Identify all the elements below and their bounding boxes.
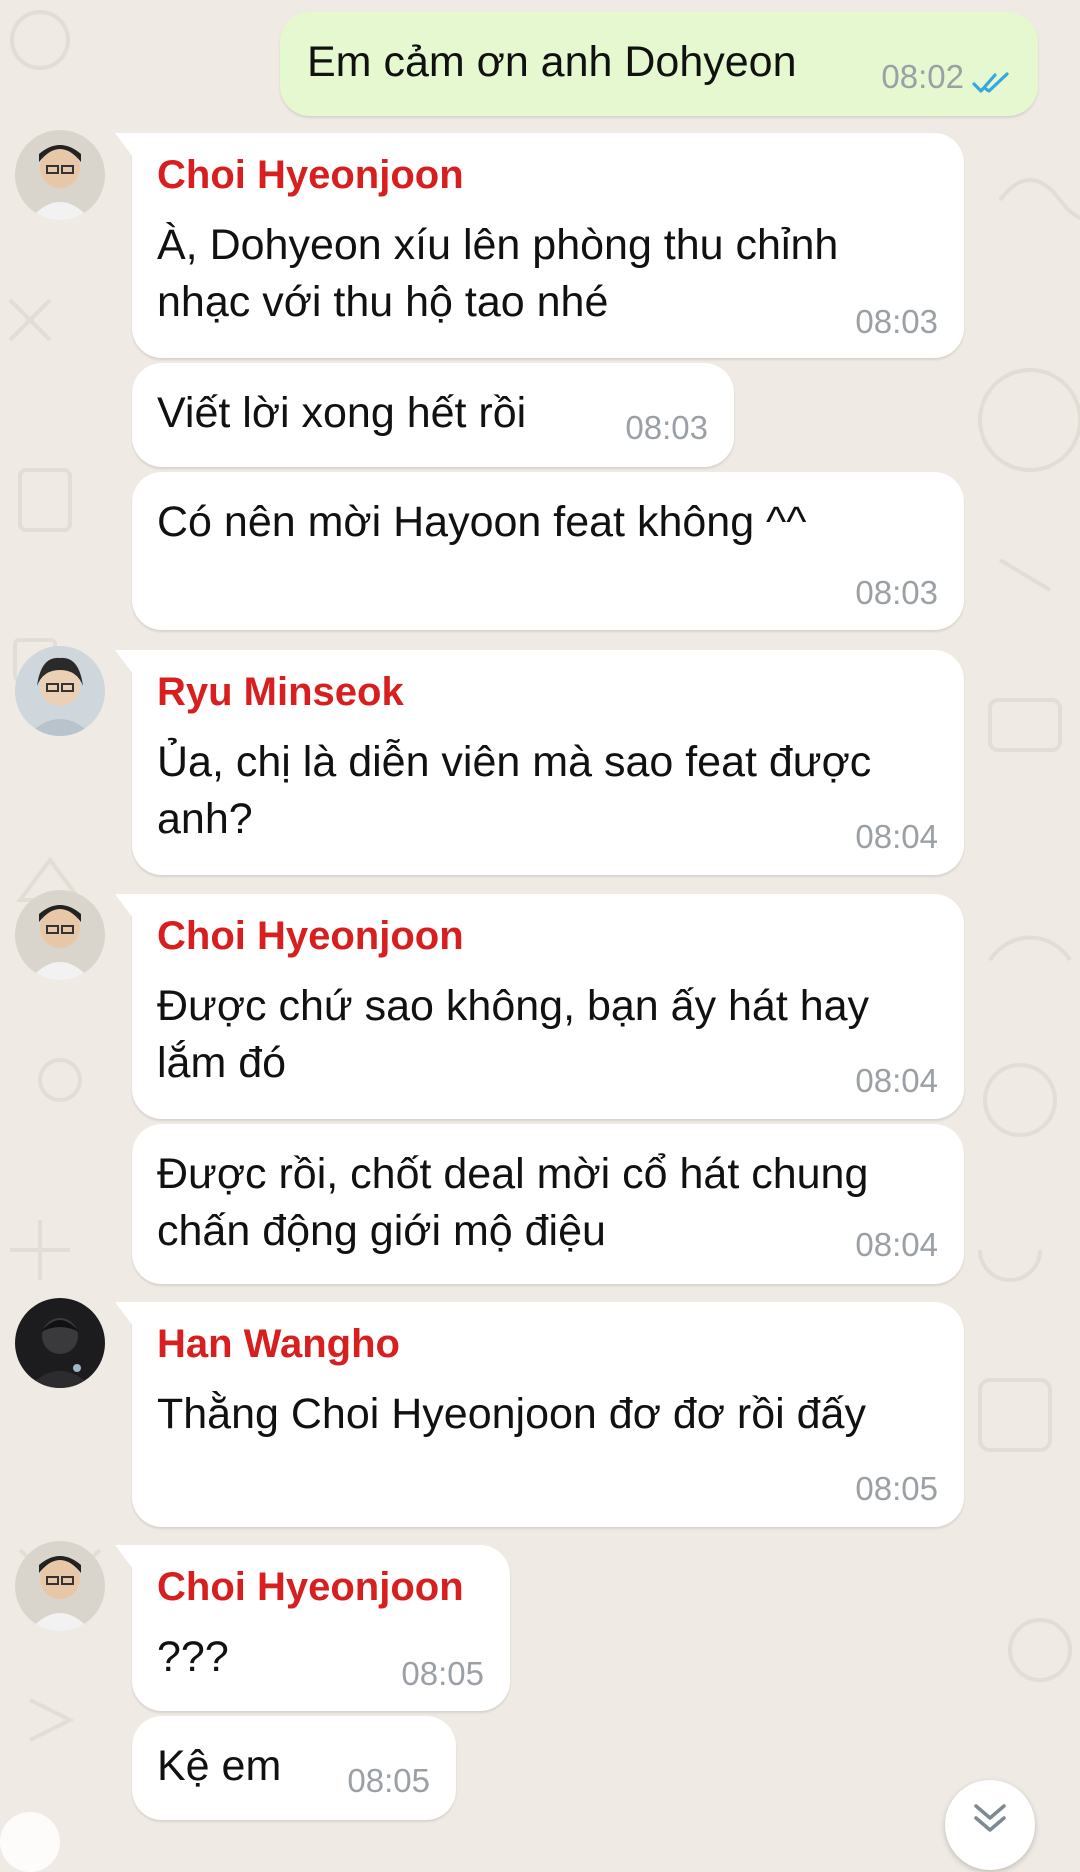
message-text-line: Thằng Choi Hyeonjoon đơ đơ rồi đấy bbox=[157, 1390, 866, 1438]
avatar-han-wangho[interactable] bbox=[15, 1298, 105, 1388]
message-text-line: Ủa, chị là diễn viên mà sao feat được bbox=[157, 738, 872, 786]
avatar-choi-hyeonjoon[interactable] bbox=[15, 1541, 105, 1631]
message-time: 08:03 bbox=[855, 574, 938, 611]
message-text-line: Có nên mời Hayoon feat không ^^ bbox=[157, 498, 807, 546]
message-time: 08:03 bbox=[855, 303, 938, 340]
message-text-line: lắm đó bbox=[157, 1039, 287, 1087]
message-text-line: anh? bbox=[157, 795, 253, 843]
message-text-line: À, Dohyeon xíu lên phòng thu chỉnh bbox=[157, 221, 839, 269]
avatar-ryu-minseok[interactable] bbox=[15, 646, 105, 736]
scroll-to-bottom-button[interactable] bbox=[945, 1780, 1035, 1870]
double-check-icon bbox=[972, 72, 1009, 93]
sender-name[interactable]: Ryu Minseok bbox=[157, 670, 404, 715]
double-chevron-down-icon bbox=[974, 1804, 1006, 1832]
message-time: 08:05 bbox=[401, 1655, 484, 1692]
avatar-choi-hyeonjoon[interactable] bbox=[15, 130, 105, 220]
message-text-line: nhạc với thu hộ tao nhé bbox=[157, 278, 609, 326]
message-time: 08:04 bbox=[855, 1062, 938, 1099]
bubble-tail bbox=[115, 650, 133, 674]
message-bubble[interactable]: Choi Hyeonjoon Được chứ sao không, bạn ấ… bbox=[115, 894, 964, 1119]
message-text-line: Được chứ sao không, bạn ấy hát hay bbox=[157, 982, 870, 1030]
sender-name[interactable]: Choi Hyeonjoon bbox=[157, 914, 464, 959]
message-bubble[interactable]: Han Wangho Thằng Choi Hyeonjoon đơ đơ rồ… bbox=[115, 1302, 964, 1527]
sender-name[interactable]: Choi Hyeonjoon bbox=[157, 153, 464, 198]
message-text-line: Viết lời xong hết rồi bbox=[157, 389, 527, 437]
avatar-choi-hyeonjoon[interactable] bbox=[15, 890, 105, 980]
outgoing-message-bubble[interactable]: Em cảm ơn anh Dohyeon 08:02 bbox=[280, 12, 1038, 116]
sender-name[interactable]: Han Wangho bbox=[157, 1322, 400, 1367]
message-text-line: Kệ em bbox=[157, 1742, 282, 1790]
message-text: Em cảm ơn anh Dohyeon bbox=[307, 38, 797, 86]
message-time: 08:04 bbox=[855, 818, 938, 855]
bubble-tail bbox=[115, 1302, 133, 1326]
partial-overlay-circle bbox=[0, 1812, 60, 1872]
message-bubble[interactable]: Kệ em 08:05 bbox=[132, 1716, 456, 1820]
sender-name[interactable]: Choi Hyeonjoon bbox=[157, 1565, 464, 1610]
message-time: 08:05 bbox=[855, 1470, 938, 1507]
message-bubble[interactable]: Có nên mời Hayoon feat không ^^ 08:03 bbox=[132, 472, 964, 630]
bubble-tail bbox=[115, 894, 133, 918]
message-bubble[interactable]: Choi Hyeonjoon ??? 08:05 bbox=[115, 1545, 510, 1711]
message-bubble[interactable]: Được rồi, chốt deal mời cổ hát chung chấ… bbox=[132, 1124, 964, 1284]
message-time: 08:05 bbox=[347, 1762, 430, 1799]
message-text-line: chấn động giới mộ điệu bbox=[157, 1207, 606, 1255]
message-bubble[interactable]: Choi Hyeonjoon À, Dohyeon xíu lên phòng … bbox=[115, 133, 964, 358]
message-time: 08:04 bbox=[855, 1226, 938, 1263]
bubble-tail bbox=[115, 1545, 133, 1569]
message-time: 08:02 bbox=[881, 58, 964, 95]
message-bubble[interactable]: Ryu Minseok Ủa, chị là diễn viên mà sao … bbox=[115, 650, 964, 875]
message-time: 08:03 bbox=[625, 409, 708, 446]
message-bubble[interactable]: Viết lời xong hết rồi 08:03 bbox=[132, 363, 734, 467]
message-text-line: ??? bbox=[157, 1633, 229, 1681]
bubble-tail bbox=[115, 133, 133, 157]
message-text-line: Được rồi, chốt deal mời cổ hát chung bbox=[157, 1150, 869, 1198]
